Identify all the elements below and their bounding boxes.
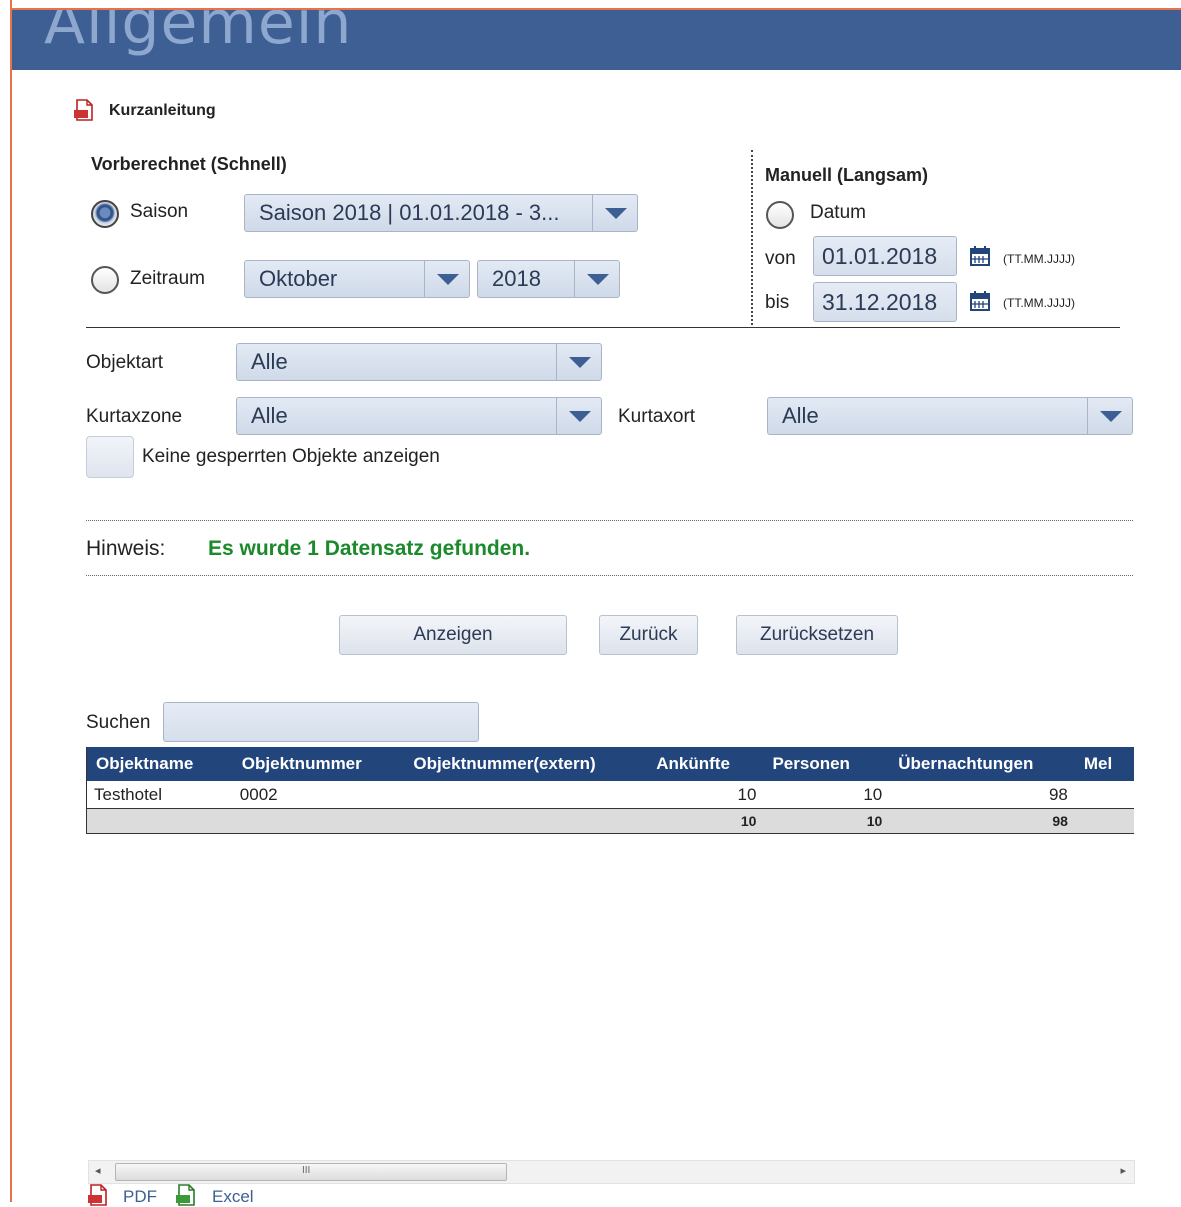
year-select-value: 2018 xyxy=(492,266,541,291)
zone-value: Alle xyxy=(251,403,288,428)
guide-link[interactable]: Kurzanleitung xyxy=(109,102,216,120)
scrollbar-grip: III xyxy=(302,1165,311,1176)
excel-export-link[interactable]: Excel xyxy=(212,1187,254,1207)
total-uebernachtungen: 98 xyxy=(889,808,1075,834)
period-label: Zeitraum xyxy=(130,268,205,289)
chevron-down-icon[interactable] xyxy=(424,261,469,297)
search-input[interactable] xyxy=(163,702,479,742)
date-label: Datum xyxy=(810,202,866,223)
place-select[interactable]: Alle xyxy=(767,397,1133,435)
season-radio[interactable] xyxy=(91,200,119,228)
total-personen: 10 xyxy=(763,808,890,834)
page-frame: Allgemein Kurzanleitung Vorberechnet (Sc… xyxy=(0,0,1181,1206)
scroll-left-arrow[interactable]: ◂ xyxy=(95,1164,101,1177)
table-header-row: Objektname Objektnummer Objektnummer(ext… xyxy=(87,747,1134,781)
to-date-input[interactable] xyxy=(813,282,957,322)
from-format-hint: (TT.MM.JJJJ) xyxy=(1003,252,1075,266)
place-value: Alle xyxy=(782,403,819,428)
precalc-heading: Vorberechnet (Schnell) xyxy=(91,154,287,174)
chevron-down-icon[interactable] xyxy=(556,398,601,434)
column-header-objektnummer-extern[interactable]: Objektnummer(extern) xyxy=(404,747,648,781)
to-label: bis xyxy=(765,292,790,313)
chevron-down-icon[interactable] xyxy=(574,261,619,297)
section-divider xyxy=(751,150,753,325)
results-table-container: Objektname Objektnummer Objektnummer(ext… xyxy=(86,747,1134,834)
chevron-down-icon[interactable] xyxy=(592,195,637,231)
chevron-down-icon[interactable] xyxy=(556,344,601,380)
to-format-hint: (TT.MM.JJJJ) xyxy=(1003,296,1075,310)
cell-objektnummer-extern xyxy=(404,781,647,809)
period-radio[interactable] xyxy=(91,266,119,294)
month-select-value: Oktober xyxy=(259,266,338,291)
zone-select[interactable]: Alle xyxy=(236,397,602,435)
notice-divider-bottom xyxy=(86,575,1133,576)
hide-locked-label: Keine gesperrten Objekte anzeigen xyxy=(142,446,440,467)
column-header-objektnummer[interactable]: Objektnummer xyxy=(232,747,405,781)
object-type-label: Objektart xyxy=(86,352,164,373)
pdf-export-link[interactable]: PDF xyxy=(123,1187,157,1207)
pdf-export-icon[interactable] xyxy=(88,1184,108,1206)
page-title: Allgemein xyxy=(44,10,353,58)
show-button[interactable]: Anzeigen xyxy=(339,615,567,655)
calendar-icon[interactable] xyxy=(969,245,991,267)
pdf-icon[interactable] xyxy=(74,99,94,121)
place-label: Kurtaxort xyxy=(618,406,696,427)
excel-export-icon[interactable] xyxy=(176,1184,196,1206)
object-type-value: Alle xyxy=(251,349,288,374)
season-select[interactable]: Saison 2018 | 01.01.2018 - 3... xyxy=(244,194,638,232)
object-type-select[interactable]: Alle xyxy=(236,343,602,381)
horizontal-scrollbar[interactable]: ◂ III ▸ xyxy=(88,1160,1135,1184)
cell-uebernachtungen: 98 xyxy=(1048,784,1068,804)
cell-mel xyxy=(1075,781,1134,809)
season-select-value: Saison 2018 | 01.01.2018 - 3... xyxy=(259,200,560,225)
reset-button[interactable]: Zurücksetzen xyxy=(736,615,898,655)
calendar-icon[interactable] xyxy=(969,290,991,312)
back-button[interactable]: Zurück xyxy=(599,615,698,655)
chevron-down-icon[interactable] xyxy=(1087,398,1132,434)
column-header-ankuenfte[interactable]: Ankünfte xyxy=(647,747,764,781)
column-header-objektname[interactable]: Objektname xyxy=(87,747,233,781)
column-header-personen[interactable]: Personen xyxy=(763,747,890,781)
from-date-input[interactable] xyxy=(813,236,957,276)
notice-divider-top xyxy=(86,520,1133,521)
cell-ankuenfte: 10 xyxy=(737,784,757,804)
page-header: Allgemein xyxy=(12,10,1181,70)
table-totals-row: 10 10 98 xyxy=(87,808,1134,834)
manual-heading: Manuell (Langsam) xyxy=(765,165,929,185)
column-header-mel[interactable]: Mel xyxy=(1074,747,1134,781)
total-ankuenfte: 10 xyxy=(647,808,764,834)
month-select[interactable]: Oktober xyxy=(244,260,470,298)
zone-label: Kurtaxzone xyxy=(86,406,183,427)
cell-objektnummer: 0002 xyxy=(239,784,278,804)
hide-locked-checkbox[interactable] xyxy=(86,436,134,478)
divider xyxy=(86,327,1120,328)
scrollbar-thumb[interactable]: III xyxy=(115,1163,507,1181)
scroll-right-arrow[interactable]: ▸ xyxy=(1120,1164,1126,1177)
search-label: Suchen xyxy=(86,712,151,733)
cell-personen: 10 xyxy=(863,784,883,804)
column-header-uebernachtungen[interactable]: Übernachtungen xyxy=(889,747,1075,781)
notice-label: Hinweis: xyxy=(86,537,166,560)
frame-border-left xyxy=(10,0,12,1202)
notice-message: Es wurde 1 Datensatz gefunden. xyxy=(208,537,531,560)
from-label: von xyxy=(765,248,796,269)
cell-objektname: Testhotel xyxy=(94,784,163,804)
season-label: Saison xyxy=(130,201,189,222)
date-radio[interactable] xyxy=(766,201,794,229)
year-select[interactable]: 2018 xyxy=(477,260,620,298)
table-row[interactable]: Testhotel 0002 10 10 98 xyxy=(87,781,1134,809)
results-table: Objektname Objektnummer Objektnummer(ext… xyxy=(87,747,1134,834)
